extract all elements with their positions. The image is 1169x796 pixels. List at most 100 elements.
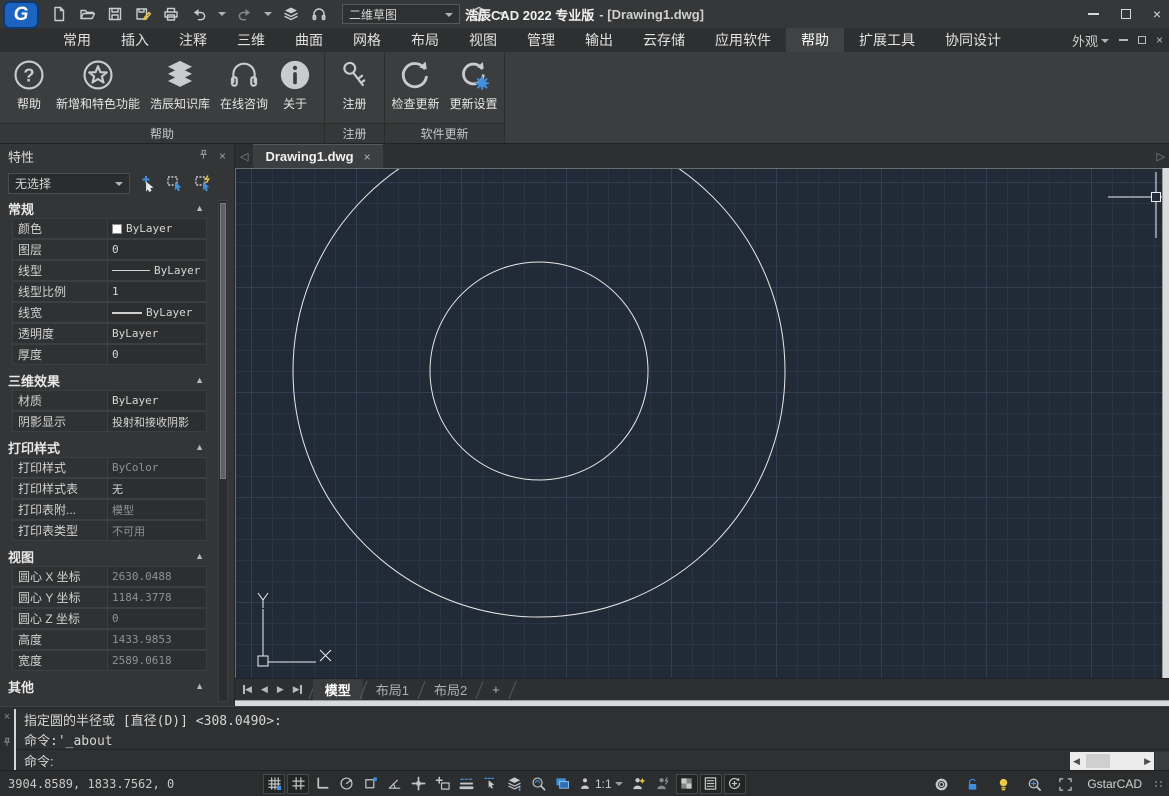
properties-scrollbar[interactable] xyxy=(218,200,228,702)
ortho-icon[interactable] xyxy=(311,774,333,794)
pin-icon[interactable] xyxy=(198,149,209,163)
command-close-icon[interactable]: × xyxy=(4,711,10,723)
resize-grip[interactable] xyxy=(1155,781,1163,787)
appearance-menu[interactable]: 外观 xyxy=(1072,31,1109,50)
properties-close-icon[interactable]: × xyxy=(219,149,226,163)
section-plot-style[interactable]: 打印样式 ▲ xyxy=(2,437,212,457)
row-plot-table-attached[interactable]: 打印表附... 模型 xyxy=(12,499,214,520)
row-transparency[interactable]: 透明度 ByLayer xyxy=(12,323,214,344)
clean-screen-icon[interactable] xyxy=(724,774,746,794)
save-as-icon[interactable] xyxy=(134,5,152,23)
command-pin-icon[interactable] xyxy=(2,737,12,750)
row-lineweight[interactable]: 线宽 ByLayer xyxy=(12,302,214,323)
new-file-icon[interactable] xyxy=(50,5,68,23)
tab-cloud[interactable]: 云存储 xyxy=(628,28,700,52)
tab-express-tools[interactable]: 扩展工具 xyxy=(844,28,930,52)
auto-annotation-icon[interactable] xyxy=(652,774,674,794)
maximize-button[interactable] xyxy=(1121,9,1131,19)
row-height[interactable]: 高度 1433.9853 xyxy=(12,629,214,650)
row-thickness[interactable]: 厚度 0 xyxy=(12,344,214,365)
more-commands-icon[interactable] xyxy=(498,12,506,20)
dynamic-input-icon[interactable] xyxy=(431,774,453,794)
row-layer[interactable]: 图层 0 xyxy=(12,239,214,260)
scrollbar-thumb[interactable] xyxy=(220,203,226,479)
lock-icon[interactable] xyxy=(961,774,983,794)
check-update-button[interactable]: 检查更新 xyxy=(387,56,443,114)
undo-dropdown-icon[interactable] xyxy=(218,12,226,20)
row-width[interactable]: 宽度 2589.0618 xyxy=(12,650,214,671)
register-button[interactable]: 注册 xyxy=(334,56,376,114)
tab-scroll-right-icon[interactable]: ▷ xyxy=(1157,144,1165,168)
annotation-scale-control[interactable]: 1:1 xyxy=(575,777,626,791)
tab-layout[interactable]: 布局 xyxy=(396,28,454,52)
polar-tracking-icon[interactable] xyxy=(335,774,357,794)
row-plot-style[interactable]: 打印样式 ByColor xyxy=(12,457,214,478)
command-scrollbar[interactable]: ◀ ▶ xyxy=(1070,752,1154,770)
doc-minimize-button[interactable] xyxy=(1119,39,1128,41)
row-linetype[interactable]: 线型 ByLayer xyxy=(12,260,214,281)
layer-stack-icon[interactable] xyxy=(503,774,525,794)
section-misc[interactable]: 其他 ▲ xyxy=(2,676,212,696)
annotation-visibility-icon[interactable] xyxy=(628,774,650,794)
quick-zoom-icon[interactable] xyxy=(527,774,549,794)
row-material[interactable]: 材质 ByLayer xyxy=(12,390,214,411)
drawing-canvas[interactable] xyxy=(235,168,1162,678)
tab-manage[interactable]: 管理 xyxy=(512,28,570,52)
update-settings-button[interactable]: 更新设置 xyxy=(446,56,502,114)
tab-layout2[interactable]: 布局2 xyxy=(422,679,479,701)
tab-mesh[interactable]: 网格 xyxy=(338,28,396,52)
tab-home[interactable]: 常用 xyxy=(48,28,106,52)
knowledge-base-button[interactable]: 浩辰知识库 xyxy=(146,56,214,114)
command-scroll-thumb[interactable] xyxy=(1086,754,1110,768)
scroll-left-icon[interactable]: ◀ xyxy=(1073,756,1080,767)
settings-gear-icon[interactable] xyxy=(930,774,952,794)
select-objects-icon[interactable] xyxy=(164,172,186,194)
tab-view[interactable]: 视图 xyxy=(454,28,512,52)
tab-model[interactable]: 模型 xyxy=(313,679,363,701)
tab-scroll-left-icon[interactable]: ◁ xyxy=(235,150,253,163)
grid-icon[interactable] xyxy=(287,774,309,794)
tab-output[interactable]: 输出 xyxy=(570,28,628,52)
fullscreen-icon[interactable] xyxy=(1054,774,1076,794)
row-color[interactable]: 颜色 ByLayer xyxy=(12,218,214,239)
about-button[interactable]: 关于 xyxy=(274,56,316,114)
workspace-select[interactable]: 二维草图 xyxy=(342,4,460,24)
help-button[interactable]: ? 帮助 xyxy=(8,56,50,114)
tab-3d[interactable]: 三维 xyxy=(222,28,280,52)
doc-close-button[interactable]: × xyxy=(1156,33,1163,47)
section-3d-effects[interactable]: 三维效果 ▲ xyxy=(2,370,212,390)
first-layout-icon[interactable]: ◀ xyxy=(243,684,252,695)
lineweight-icon[interactable] xyxy=(455,774,477,794)
row-plot-table-type[interactable]: 打印表类型 不可用 xyxy=(12,520,214,541)
minimize-button[interactable] xyxy=(1088,13,1099,15)
next-layout-icon[interactable]: ▶ xyxy=(277,684,284,695)
workspace-icon[interactable] xyxy=(551,774,573,794)
new-layout-button[interactable]: + xyxy=(480,679,512,701)
tab-annotate[interactable]: 注释 xyxy=(164,28,222,52)
section-general[interactable]: 常规 ▲ xyxy=(2,198,212,218)
cube-icon[interactable] xyxy=(470,5,488,23)
command-history[interactable]: 指定圆的半径或 [直径(D)] <308.0490>: 命令:'_about 命… xyxy=(14,709,1169,770)
section-view[interactable]: 视图 ▲ xyxy=(2,546,212,566)
tab-layout1[interactable]: 布局1 xyxy=(364,679,421,701)
canvas-vertical-scrollbar[interactable] xyxy=(1162,168,1169,678)
tab-help[interactable]: 帮助 xyxy=(786,28,844,52)
command-input-line[interactable]: 命令: ◀ ▶ xyxy=(16,749,1169,771)
scroll-right-icon[interactable]: ▶ xyxy=(1144,756,1151,767)
online-support-button[interactable]: 在线咨询 xyxy=(216,56,272,114)
redo-dropdown-icon[interactable] xyxy=(264,12,272,20)
layers-stack-icon[interactable] xyxy=(282,5,300,23)
doc-restore-button[interactable] xyxy=(1138,36,1146,44)
tab-close-icon[interactable]: × xyxy=(364,150,371,164)
open-file-icon[interactable] xyxy=(78,5,96,23)
selection-dropdown[interactable]: 无选择 xyxy=(8,173,130,194)
close-button[interactable]: × xyxy=(1153,7,1161,21)
row-center-y[interactable]: 圆心 Y 坐标 1184.3778 xyxy=(12,587,214,608)
headset-icon[interactable] xyxy=(310,5,328,23)
isometric-icon[interactable] xyxy=(383,774,405,794)
new-features-button[interactable]: 新增和特色功能 xyxy=(52,56,144,114)
prev-layout-icon[interactable]: ◀ xyxy=(261,684,268,695)
row-plot-style-table[interactable]: 打印样式表 无 xyxy=(12,478,214,499)
transparency-icon[interactable] xyxy=(676,774,698,794)
selection-cycling-icon[interactable] xyxy=(479,774,501,794)
